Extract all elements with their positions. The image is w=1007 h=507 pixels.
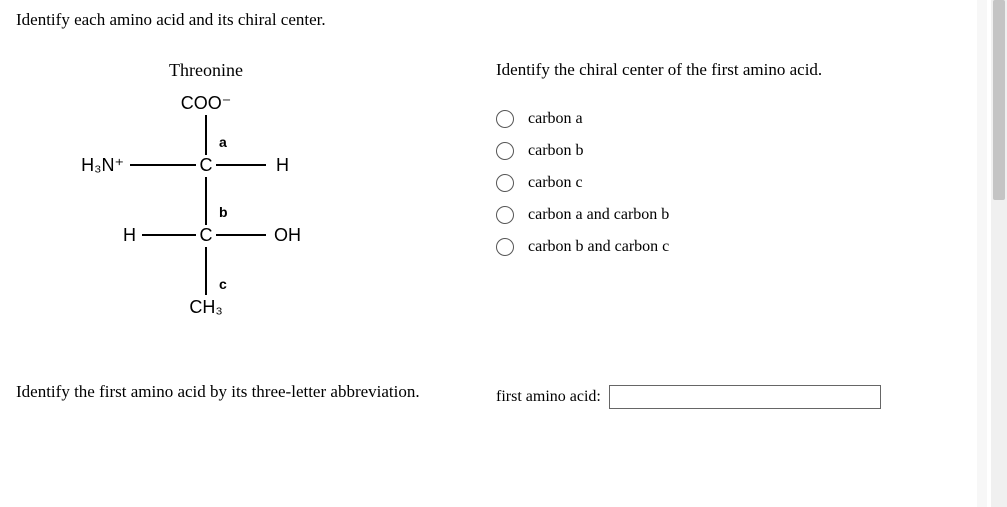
label-b: b [219,204,228,220]
molecule-title: Threonine [76,60,336,81]
label-a: a [219,134,227,150]
radio-icon[interactable] [496,110,514,128]
group-h-right-a: H [276,155,289,175]
option-row[interactable]: carbon c [496,174,991,192]
page-heading: Identify each amino acid and its chiral … [16,10,991,30]
option-label: carbon b [528,142,584,160]
group-h-left-b: H [123,225,136,245]
option-label: carbon a and carbon b [528,206,669,224]
question-panel: Identify the chiral center of the first … [486,60,991,349]
abbrev-input-label: first amino acid: [496,388,601,406]
option-label: carbon c [528,174,583,192]
radio-icon[interactable] [496,238,514,256]
carbon-b: C [200,225,213,245]
radio-icon[interactable] [496,206,514,224]
group-ch3: CH₃ [189,297,222,317]
outer-scrollbar-track[interactable] [991,0,1007,507]
inner-scrollbar[interactable] [977,0,987,507]
group-oh: OH [274,225,301,245]
option-row[interactable]: carbon a and carbon b [496,206,991,224]
option-row[interactable]: carbon b and carbon c [496,238,991,256]
abbrev-input[interactable] [609,385,881,409]
molecule-panel: Threonine COO⁻ a H₃N⁺ C H [16,60,486,349]
radio-icon[interactable] [496,174,514,192]
outer-scrollbar-thumb[interactable] [993,0,1005,200]
label-c: c [219,276,227,292]
option-row[interactable]: carbon b [496,142,991,160]
group-h3n: H₃N⁺ [81,155,124,175]
radio-icon[interactable] [496,142,514,160]
option-label: carbon a [528,110,583,128]
question-heading: Identify the chiral center of the first … [496,60,991,80]
option-label: carbon b and carbon c [528,238,669,256]
group-coo: COO⁻ [181,93,232,113]
molecule-structure: COO⁻ a H₃N⁺ C H b H [76,89,336,349]
abbrev-prompt: Identify the first amino acid by its thr… [16,379,486,405]
option-row[interactable]: carbon a [496,110,991,128]
carbon-a: C [200,155,213,175]
